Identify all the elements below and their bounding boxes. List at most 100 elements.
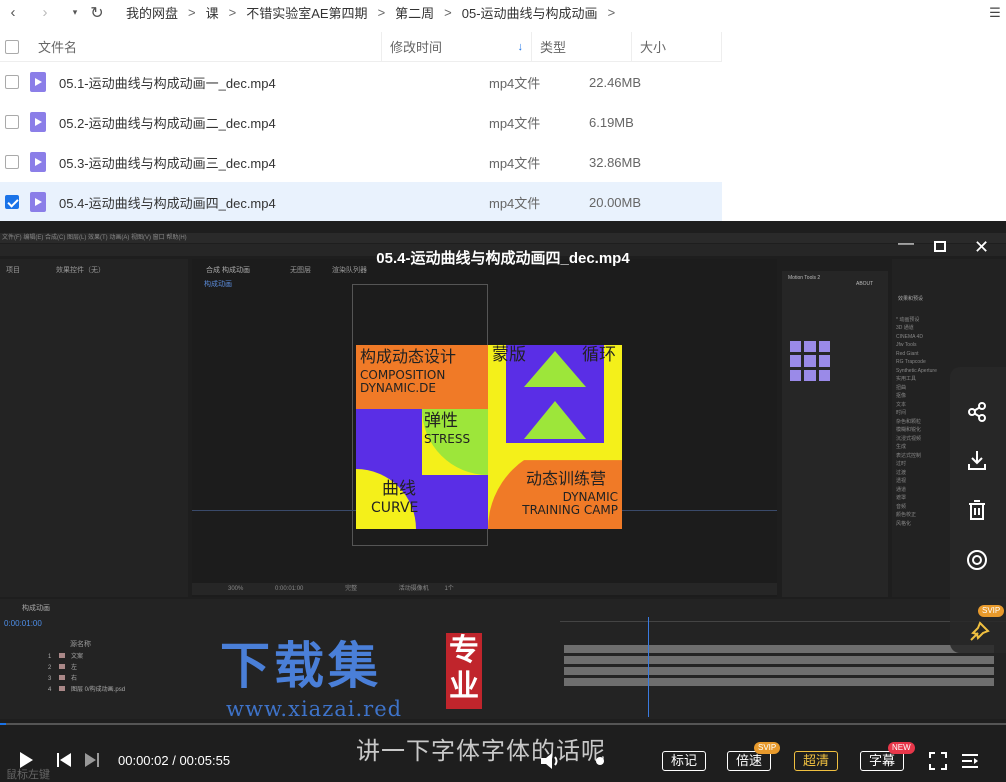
minimize-icon[interactable]: — <box>898 235 914 253</box>
header-name[interactable]: 文件名 <box>30 32 382 61</box>
chevron-down-icon[interactable]: ▾ <box>64 2 86 24</box>
mouse-hint: 鼠标左键 <box>6 769 50 781</box>
file-name[interactable]: 05.4-运动曲线与构成动画四_dec.mp4 <box>59 193 489 212</box>
artwork-stress-cn: 弹性 <box>424 411 458 431</box>
layer-name: 文案 <box>71 654 84 660</box>
table-row[interactable]: 05.4-运动曲线与构成动画四_dec.mp4 mp4文件 20.00MB <box>0 182 722 222</box>
quality-button[interactable]: 超清 <box>794 751 839 771</box>
sort-down-icon: ↓ <box>517 40 524 53</box>
chevron-left-icon[interactable]: ‹ <box>2 2 24 24</box>
watermark-url: www.xiazai.red <box>226 697 403 721</box>
breadcrumb-item[interactable]: 不错实验室AE第四期 <box>246 3 367 22</box>
layer-number: 4 <box>48 687 52 693</box>
layer-color-chip <box>59 653 66 658</box>
timeline-layer-row: 2 左 <box>48 662 77 671</box>
row-checkbox[interactable] <box>5 155 19 169</box>
header-modified-label: 修改时间 <box>390 40 443 55</box>
pin-icon[interactable] <box>964 617 994 647</box>
ae-comp-time: 0:00:01:00 <box>275 586 304 592</box>
video-file-icon <box>30 152 46 172</box>
next-icon[interactable] <box>84 752 100 771</box>
video-progress-bar[interactable] <box>0 723 1006 725</box>
speed-button[interactable]: 倍速 <box>727 751 772 771</box>
breadcrumb-item[interactable]: 我的网盘 <box>126 3 178 22</box>
player-controls: 00:00:02 / 00:05:55 标记 倍速 SVIP 超清 字幕 NEW… <box>0 740 1006 782</box>
breadcrumb-item[interactable]: 05-运动曲线与构成动画 <box>462 3 598 22</box>
video-title: 05.4-运动曲线与构成动画四_dec.mp4 <box>376 250 630 267</box>
table-row[interactable]: 05.1-运动曲线与构成动画一_dec.mp4 mp4文件 22.46MB <box>0 62 722 102</box>
layer-name: 左 <box>71 665 78 671</box>
watermark-logo: 下载集 <box>220 638 382 694</box>
captions-new-badge: NEW <box>888 742 915 754</box>
ae-camera: 活动摄像机 <box>398 586 429 592</box>
row-checkbox[interactable] <box>5 75 19 89</box>
video-player[interactable]: 文件(F) 编辑(E) 合成(C) 图层(L) 效果(T) 动画(A) 视图(V… <box>0 221 1006 782</box>
fullscreen-icon[interactable] <box>929 752 947 773</box>
motion-tools-about: ABOUT <box>856 281 874 287</box>
timeline-track-1 <box>564 645 994 653</box>
ae-view-quality: 完整 <box>345 586 358 592</box>
watermark-seal: 专业 <box>446 633 482 709</box>
file-type: mp4文件 <box>489 115 541 131</box>
artwork-curve-cn: 曲线 <box>382 479 416 499</box>
header-type[interactable]: 类型 <box>532 32 632 61</box>
speed-svip-badge: SVIP <box>754 742 781 754</box>
volume-icon[interactable] <box>540 751 562 774</box>
layer-number: 2 <box>48 665 52 671</box>
effects-list-item: RG Trapcode <box>896 359 926 365</box>
header-size[interactable]: 大小 <box>632 32 722 61</box>
timeline-track-2 <box>564 656 994 664</box>
table-row[interactable]: 05.3-运动曲线与构成动画三_dec.mp4 mp4文件 32.86MB <box>0 142 722 182</box>
mark-button[interactable]: 标记 <box>662 751 707 771</box>
menu-icon[interactable]: ☰ <box>984 0 1006 25</box>
timeline-ruler <box>560 621 1006 622</box>
breadcrumb-item[interactable]: 第二周 <box>395 3 434 22</box>
download-icon[interactable] <box>962 445 992 475</box>
timeline-timecode: 0:00:01:00 <box>4 619 42 628</box>
file-name[interactable]: 05.2-运动曲线与构成动画二_dec.mp4 <box>59 113 489 132</box>
breadcrumb-separator: > <box>377 5 386 20</box>
ae-project-panel: 项目 效果控件（无） <box>0 259 188 597</box>
refresh-icon[interactable]: ↻ <box>86 2 108 24</box>
file-name[interactable]: 05.3-运动曲线与构成动画三_dec.mp4 <box>59 153 489 172</box>
artwork-camp-cn: 动态训练营 <box>526 469 607 488</box>
timeline-layer-row: 3 右 <box>48 673 77 682</box>
timeline-track-4 <box>564 678 994 686</box>
previous-icon[interactable] <box>56 752 72 771</box>
artwork-loop-label: 循环 <box>582 345 616 365</box>
breadcrumb-separator: > <box>607 5 616 20</box>
file-name[interactable]: 05.1-运动曲线与构成动画一_dec.mp4 <box>59 73 489 92</box>
select-all-checkbox[interactable] <box>0 32 30 61</box>
target-icon[interactable] <box>962 545 992 575</box>
breadcrumb: 我的网盘 > 课 > 不错实验室AE第四期 > 第二周 >05-运动曲线与构成动画 > <box>126 3 625 22</box>
chevron-right-icon[interactable]: › <box>34 2 56 24</box>
comp-artwork: 构成动态设计 COMPOSITION DYNAMIC.DE 蒙版 循环 弹性 S… <box>356 345 622 529</box>
file-size: 20.00MB <box>589 194 642 210</box>
captions-button[interactable]: 字幕 <box>860 751 905 771</box>
ae-motion-tools-panel: Motion Tools 2 ABOUT <box>782 271 888 597</box>
volume-slider-knob[interactable] <box>596 757 604 765</box>
ae-timeline-panel: 构成动画 0:00:01:00 源名称 1 文案 2 左 3 右 4 图层 0/构成动… <box>0 599 1006 719</box>
playlist-icon[interactable] <box>961 752 979 773</box>
effects-list-item: Jfw Tools <box>896 342 917 348</box>
breadcrumb-separator: > <box>188 5 196 20</box>
breadcrumb-item[interactable]: 课 <box>206 3 219 22</box>
table-row[interactable]: 05.2-运动曲线与构成动画二_dec.mp4 mp4文件 6.19MB <box>0 102 722 142</box>
row-checkbox[interactable] <box>5 195 19 209</box>
file-type: mp4文件 <box>489 155 541 171</box>
header-modified[interactable]: 修改时间 ↓ <box>382 32 532 61</box>
toolbar: ‹ › ▾ ↻ 我的网盘 > 课 > 不错实验室AE第四期 > 第二周 >05-运动曲线与构成… <box>0 0 1006 25</box>
effects-list-item: Red Giant <box>896 350 919 357</box>
artwork-camp-en: DYNAMIC TRAINING CAMP <box>522 490 618 517</box>
delete-icon[interactable] <box>962 495 992 525</box>
artwork-mask-label: 蒙版 <box>492 345 526 365</box>
close-icon[interactable]: ✕ <box>974 237 989 258</box>
timeline-playhead[interactable] <box>648 617 649 717</box>
layer-name: 右 <box>71 676 78 682</box>
artwork-title-cn: 构成动态设计 <box>360 347 457 366</box>
ae-comp-breadcrumb: 构成动画 <box>204 281 232 288</box>
row-checkbox[interactable] <box>5 115 19 129</box>
layer-color-chip <box>59 675 66 680</box>
maximize-icon[interactable] <box>934 239 946 257</box>
share-icon[interactable] <box>962 397 992 427</box>
